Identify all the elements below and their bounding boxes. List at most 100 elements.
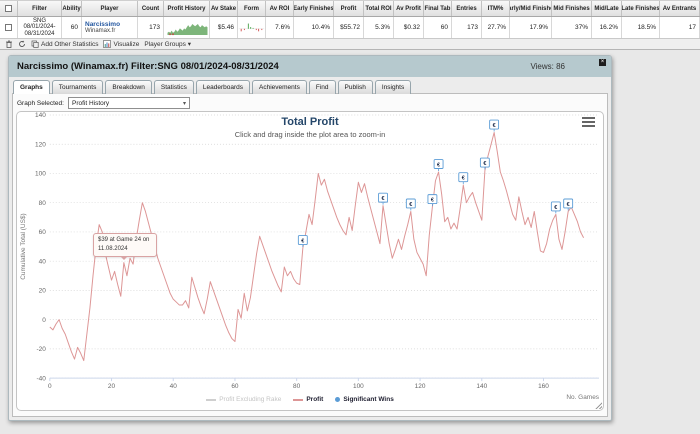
column-header-av-profit[interactable]: Av Profit [394, 1, 424, 16]
close-icon[interactable]: × [599, 59, 606, 66]
cell-av-stake: $5.46 [210, 17, 238, 38]
svg-text:€: € [437, 162, 440, 168]
column-header-late-finishes[interactable]: Late Finishes [622, 1, 660, 16]
svg-text:0: 0 [48, 383, 52, 390]
chart-canvas[interactable]: -40 -20 0 20 40 60 80 100 120 140 0 20 40 60 80 100 120 1… [17, 112, 603, 410]
column-header-filter[interactable]: Filter [18, 1, 62, 16]
add-statistics-button[interactable]: Add Other Statistics [31, 40, 98, 48]
select-all-checkbox[interactable] [0, 1, 18, 16]
svg-text:140: 140 [35, 112, 46, 119]
panel-tabs: Graphs Tournaments Breakdown Statistics Lead… [13, 77, 412, 94]
column-header-entries[interactable]: Entries [452, 1, 482, 16]
cell-total-roi: 5.3% [364, 17, 394, 38]
column-header-count[interactable]: Count [138, 1, 164, 16]
cell-av-entrants: 17 [660, 17, 700, 38]
panel-header: Narcissimo (Winamax.fr) Filter:SNG 08/01… [9, 56, 611, 77]
svg-text:40: 40 [39, 258, 47, 265]
svg-text:40: 40 [170, 383, 178, 390]
cell-av-roi: 7.6% [266, 17, 294, 38]
column-header-itm-[interactable]: ITM% [482, 1, 510, 16]
tab-find[interactable]: Find [308, 80, 336, 94]
tab-breakdown[interactable]: Breakdown [105, 80, 152, 94]
legend-label: Significant Wins [343, 396, 394, 403]
column-header-final-tab[interactable]: Final Tab [424, 1, 452, 16]
svg-text:€: € [409, 202, 412, 208]
tab-leaderboards[interactable]: Leaderboards [195, 80, 251, 94]
player-groups-dropdown[interactable]: Player Groups ▾ [144, 40, 191, 48]
svg-text:Cumulative Total (US$): Cumulative Total (US$) [20, 213, 27, 279]
column-header-mid-late[interactable]: Mid/Late [592, 1, 622, 16]
table-row: SNG 08/01/2024- 08/31/2024 60 Narcissimo Wi… [0, 17, 700, 39]
tab-publish[interactable]: Publish [337, 80, 373, 94]
chart-tooltip: $39 at Game 24 on 11.08.2024 [93, 233, 157, 260]
svg-text:80: 80 [293, 383, 301, 390]
legend-label: Profit Excluding Rake [219, 396, 282, 403]
column-header-early-finishes[interactable]: Early Finishes [294, 1, 334, 16]
svg-text:€: € [431, 197, 434, 203]
cell-player: Narcissimo Winamax.fr [82, 17, 138, 38]
legend-item-significant-wins[interactable]: Significant Wins [335, 396, 394, 403]
svg-text:-20: -20 [37, 346, 47, 353]
svg-text:20: 20 [108, 383, 116, 390]
column-header-av-entrants[interactable]: Av Entrants [660, 1, 700, 16]
cell-itm: 27.7% [482, 17, 510, 38]
chart-menu-icon[interactable] [582, 117, 595, 127]
visualize-button[interactable]: Visualize [103, 40, 139, 48]
chart-icon [103, 40, 112, 48]
player-groups-label: Player Groups ▾ [144, 41, 191, 48]
svg-text:60: 60 [39, 229, 47, 236]
column-header-ability[interactable]: Ability [62, 1, 82, 16]
column-header-profit[interactable]: Profit [334, 1, 364, 16]
tooltip-line1: $39 at Game 24 on [98, 237, 150, 243]
tab-graphs[interactable]: Graphs [13, 80, 50, 94]
legend-label: Profit [306, 396, 324, 403]
graph-select-value: Profit History [71, 99, 110, 107]
legend-line-icon [293, 398, 304, 401]
add-statistics-label: Add Other Statistics [41, 40, 99, 48]
tab-tournaments[interactable]: Tournaments [51, 80, 104, 94]
cell-final-tab: 60 [424, 17, 452, 38]
column-header-player[interactable]: Player [82, 1, 138, 16]
column-header-mid-finishes[interactable]: Mid Finishes [552, 1, 592, 16]
column-header-form[interactable]: Form [238, 1, 266, 16]
column-header-total-roi[interactable]: Total ROI [364, 1, 394, 16]
player-panel: Narcissimo (Winamax.fr) Filter:SNG 08/01… [8, 55, 612, 421]
svg-text:€: € [462, 176, 465, 182]
row-checkbox[interactable] [0, 17, 18, 38]
column-header-early-mid-finishes[interactable]: Early/Mid Finishes [510, 1, 552, 16]
panel-title: Narcissimo (Winamax.fr) Filter:SNG 08/01… [17, 61, 279, 72]
views-count: Views: 86 [530, 62, 565, 71]
svg-text:€: € [493, 123, 496, 129]
svg-text:140: 140 [476, 383, 487, 390]
tab-achievements[interactable]: Achievements [252, 80, 307, 94]
graph-selected-label: Graph Selected: [17, 99, 64, 107]
column-header-av-stake[interactable]: Av Stake [210, 1, 238, 16]
tooltip-line2: 11.08.2024 [98, 246, 128, 252]
svg-text:€: € [567, 202, 570, 208]
svg-text:€: € [483, 161, 486, 167]
trash-icon[interactable] [5, 40, 13, 48]
legend-item-profit-excluding-rake[interactable]: Profit Excluding Rake [206, 396, 281, 403]
cell-mid-late: 16.2% [592, 17, 622, 38]
refresh-icon[interactable] [18, 40, 26, 48]
tab-statistics[interactable]: Statistics [153, 80, 194, 94]
legend-item-profit[interactable]: Profit [293, 396, 323, 403]
cell-entries: 173 [452, 17, 482, 38]
svg-text:60: 60 [231, 383, 239, 390]
tab-insights[interactable]: Insights [374, 80, 412, 94]
svg-text:120: 120 [415, 383, 426, 390]
visualize-label: Visualize [113, 40, 140, 48]
profit-chart[interactable]: Total Profit Click and drag inside the p… [16, 111, 604, 411]
player-link[interactable]: Narcissimo [85, 21, 120, 28]
svg-text:100: 100 [353, 383, 364, 390]
significant-wins-dot-icon [335, 397, 341, 402]
column-header-profit-history[interactable]: Profit History [164, 1, 210, 16]
player-site: Winamax.fr [85, 28, 116, 34]
svg-text:No. Games: No. Games [566, 394, 599, 401]
table-header-row: Filter Ability Player Count Profit History Av… [0, 0, 700, 17]
svg-text:160: 160 [538, 383, 549, 390]
column-header-av-roi[interactable]: Av ROI [266, 1, 294, 16]
graph-select[interactable]: Profit History ▾ [67, 97, 190, 109]
copy-icon [31, 40, 39, 48]
chevron-down-icon: ▾ [182, 100, 186, 107]
